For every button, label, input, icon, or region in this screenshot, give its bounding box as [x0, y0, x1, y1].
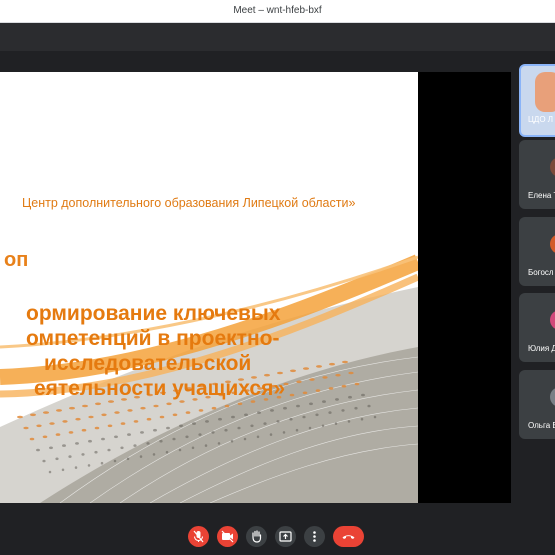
participant-tile[interactable]: Елена Т [519, 140, 555, 209]
presentation-slide: Центр дополнительного образования Липецк… [0, 72, 418, 503]
slide-decoration [0, 254, 418, 503]
meet-top-strip [0, 23, 555, 51]
stage-letterbox [418, 72, 511, 503]
raise-hand-icon [252, 530, 262, 543]
mic-off-button[interactable] [188, 526, 209, 547]
more-options-button[interactable] [304, 526, 325, 547]
slide-topic-line: исследовательской [44, 352, 252, 375]
participant-video [535, 72, 555, 112]
slide-kind: оп [4, 249, 29, 271]
present-screen-button[interactable] [275, 526, 296, 547]
raise-hand-button[interactable] [246, 526, 267, 547]
window-title-bar: Meet – wnt-hfeb-bxf [0, 0, 555, 23]
participant-tile[interactable]: Юлия Д [519, 293, 555, 362]
avatar [550, 234, 555, 254]
slide-topic-line: еятельности учащихся» [34, 377, 286, 400]
slide-topic-line: омпетенций в проектно- [26, 327, 280, 350]
participant-name: Богосл [528, 268, 554, 277]
present-screen-icon [279, 531, 292, 542]
more-vert-icon [313, 531, 316, 542]
end-call-icon [342, 535, 355, 539]
participant-tile[interactable]: Ольга Е [519, 370, 555, 439]
participant-name: Ольга Е [528, 421, 555, 430]
participant-tile[interactable]: Богосл [519, 217, 555, 286]
slide-organization: Центр дополнительного образования Липецк… [22, 196, 356, 210]
avatar [550, 157, 555, 177]
avatar [550, 387, 555, 407]
avatar [550, 310, 555, 330]
participant-name: Юлия Д [528, 344, 555, 353]
slide-topic-line: ормирование ключевых [26, 302, 281, 325]
camera-off-icon [221, 530, 234, 543]
participant-name: Елена Т [528, 191, 555, 200]
call-controls [0, 515, 555, 555]
mic-off-icon [193, 530, 204, 543]
window-title: Meet – wnt-hfeb-bxf [233, 5, 322, 16]
camera-off-button[interactable] [217, 526, 238, 547]
participant-name: ЦДО Л [528, 115, 554, 124]
end-call-button[interactable] [333, 526, 364, 547]
participant-tile-self[interactable]: ЦДО Л [519, 64, 555, 137]
